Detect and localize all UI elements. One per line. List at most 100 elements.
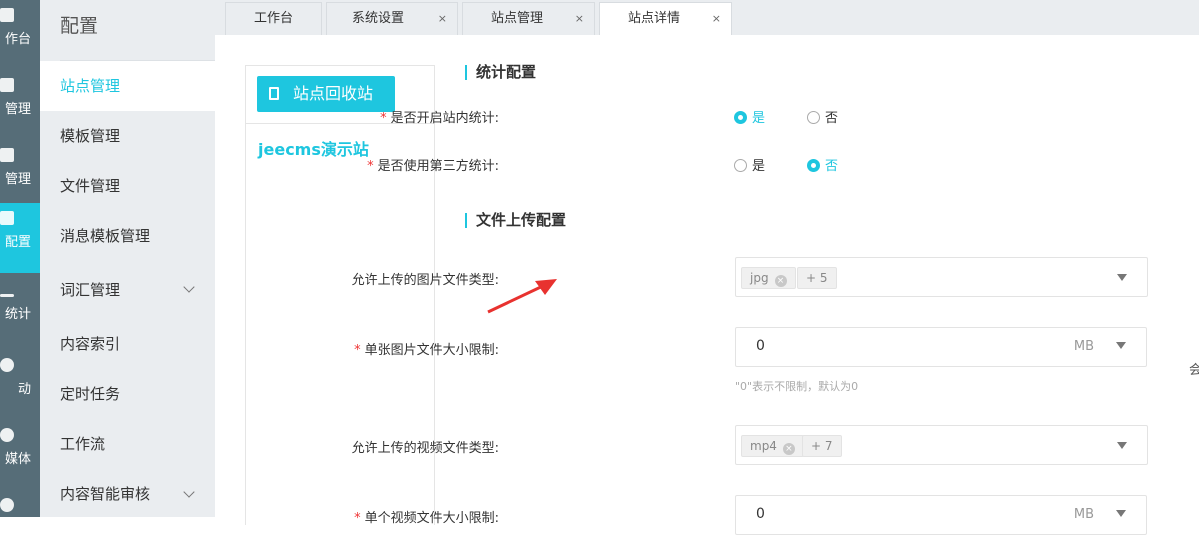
tag-label: jpg [750,271,769,285]
radio-dot [734,111,747,124]
radio-label: 是 [752,111,766,126]
image-types-select[interactable]: jpg × + 5 [735,257,1148,297]
annotation-arrow-icon [487,279,557,314]
radio-label: 是 [752,159,766,174]
site-recycle-bin-button[interactable]: 站点回收站 [257,76,395,112]
user-check-icon [0,498,14,512]
third-party-yes-radio[interactable]: 是 [734,155,765,174]
enable-stats-no-radio[interactable]: 否 [807,107,838,126]
rail-item-content[interactable]: 管理 [0,70,40,140]
rail-label: 作台 [4,32,31,47]
submenu-item-template[interactable]: 模板管理 [40,111,215,161]
rail-item-config[interactable]: 配置 [0,203,40,273]
tab-site-detail[interactable]: 站点详情 × [599,2,732,35]
submenu-label: 内容智能审核 [60,485,151,503]
media-icon [0,428,14,442]
cube-icon [0,211,14,225]
content-area: 站点回收站 jeecms演示站 统计配置 * 是否开启站内统计: 是 否 * 是否使… [215,35,1199,535]
button-label: 站点回收站 [293,84,374,103]
main-nav-rail: 作台 管理 管理 配置 统计 动 媒体 [0,0,40,517]
third-party-stats-label: * 是否使用第三方统计: [367,155,499,174]
submenu-item-index[interactable]: 内容索引 [40,319,215,369]
rail-item-stats[interactable]: 统计 [0,280,40,350]
caret-down-icon[interactable] [1116,342,1126,349]
rail-label: 动 [17,382,31,397]
document-icon [0,78,14,92]
site-item[interactable]: jeecms演示站 [258,136,369,160]
enable-stats-label: * 是否开启站内统计: [380,107,499,126]
file-type-tag: mp4 × [741,435,804,457]
rail-item-interaction[interactable]: 动 [0,350,40,420]
rail-item-media[interactable]: 媒体 [0,420,40,490]
tab-system-settings[interactable]: 系统设置 × [326,2,458,35]
submenu-item-file[interactable]: 文件管理 [40,161,215,211]
rail-label: 媒体 [4,452,31,467]
close-icon[interactable]: × [575,3,584,35]
submenu-label: 工作流 [60,435,106,453]
caret-down-icon [1117,442,1127,449]
chat-icon [0,358,14,372]
section-title-upload: 文件上传配置 [465,213,566,228]
submenu-label: 消息模板管理 [60,227,151,245]
video-types-label: 允许上传的视频文件类型: [351,441,499,456]
input-value: 0 [756,338,765,354]
rail-label: 统计 [4,307,31,322]
more-tags-count: + 5 [797,267,837,289]
image-size-hint: "0"表示不限制，默认为0 [735,380,859,393]
required-mark: * [354,343,361,358]
rail-item-channel[interactable]: 管理 [0,140,40,210]
radio-label: 否 [825,159,839,174]
submenu-item-message-template[interactable]: 消息模板管理 [40,211,215,261]
rail-item-audit[interactable] [0,490,40,517]
tab-label: 站点详情 [628,11,681,26]
enable-stats-yes-radio[interactable]: 是 [734,107,765,126]
section-title-stats: 统计配置 [465,65,536,80]
video-size-input[interactable]: 0 MB [735,495,1147,535]
rail-label: 管理 [4,102,31,117]
tab-workbench[interactable]: 工作台 [225,2,322,35]
unit-select[interactable]: MB [1074,339,1094,354]
caret-down-icon[interactable] [1116,510,1126,517]
tab-label: 工作台 [254,11,294,26]
layers-icon [0,148,14,162]
tab-label: 系统设置 [352,11,405,26]
sub-menu: 配置 站点管理 模板管理 文件管理 消息模板管理 词汇管理 内容索引 定时任务 … [40,0,215,517]
unit-select[interactable]: MB [1074,507,1094,522]
home-icon [0,8,14,22]
submenu-title: 配置 [60,0,215,61]
input-value: 0 [756,506,765,522]
remove-tag-icon[interactable]: × [774,275,787,287]
close-icon[interactable]: × [712,3,721,35]
file-type-tag: jpg × [741,267,796,289]
radio-dot [807,111,820,124]
required-mark: * [354,511,361,526]
third-party-no-radio[interactable]: 否 [807,155,838,174]
more-tags-count: + 7 [802,435,842,457]
caret-down-icon [1117,274,1127,281]
image-size-label: * 单张图片文件大小限制: [354,339,499,358]
trash-icon [269,87,279,100]
image-size-input[interactable]: 0 MB [735,327,1147,367]
label-text: 是否开启站内统计: [390,111,499,126]
close-icon[interactable]: × [438,3,447,35]
label-text: 单张图片文件大小限制: [364,343,499,358]
tag-label: mp4 [750,439,777,453]
submenu-label: 内容索引 [60,335,121,353]
tab-site-management[interactable]: 站点管理 × [462,2,595,35]
submenu-item-site[interactable]: 站点管理 [40,61,215,111]
submenu-item-vocabulary[interactable]: 词汇管理 [40,261,215,319]
submenu-item-schedule[interactable]: 定时任务 [40,369,215,419]
chevron-down-icon [183,486,195,498]
submenu-item-smart-audit[interactable]: 内容智能审核 [40,469,215,519]
rail-label: 配置 [4,235,31,250]
chevron-down-icon [183,281,195,293]
submenu-item-workflow[interactable]: 工作流 [40,419,215,469]
submenu-label: 文件管理 [60,177,121,195]
tab-bar: 工作台 系统设置 × 站点管理 × 站点详情 × [215,0,1199,35]
chart-icon [0,294,14,297]
rail-item-workbench[interactable]: 作台 [0,0,40,70]
video-types-select[interactable]: mp4 × + 7 [735,425,1148,465]
rail-label: 管理 [4,172,31,187]
remove-tag-icon[interactable]: × [782,443,795,455]
submenu-label: 定时任务 [60,385,121,403]
